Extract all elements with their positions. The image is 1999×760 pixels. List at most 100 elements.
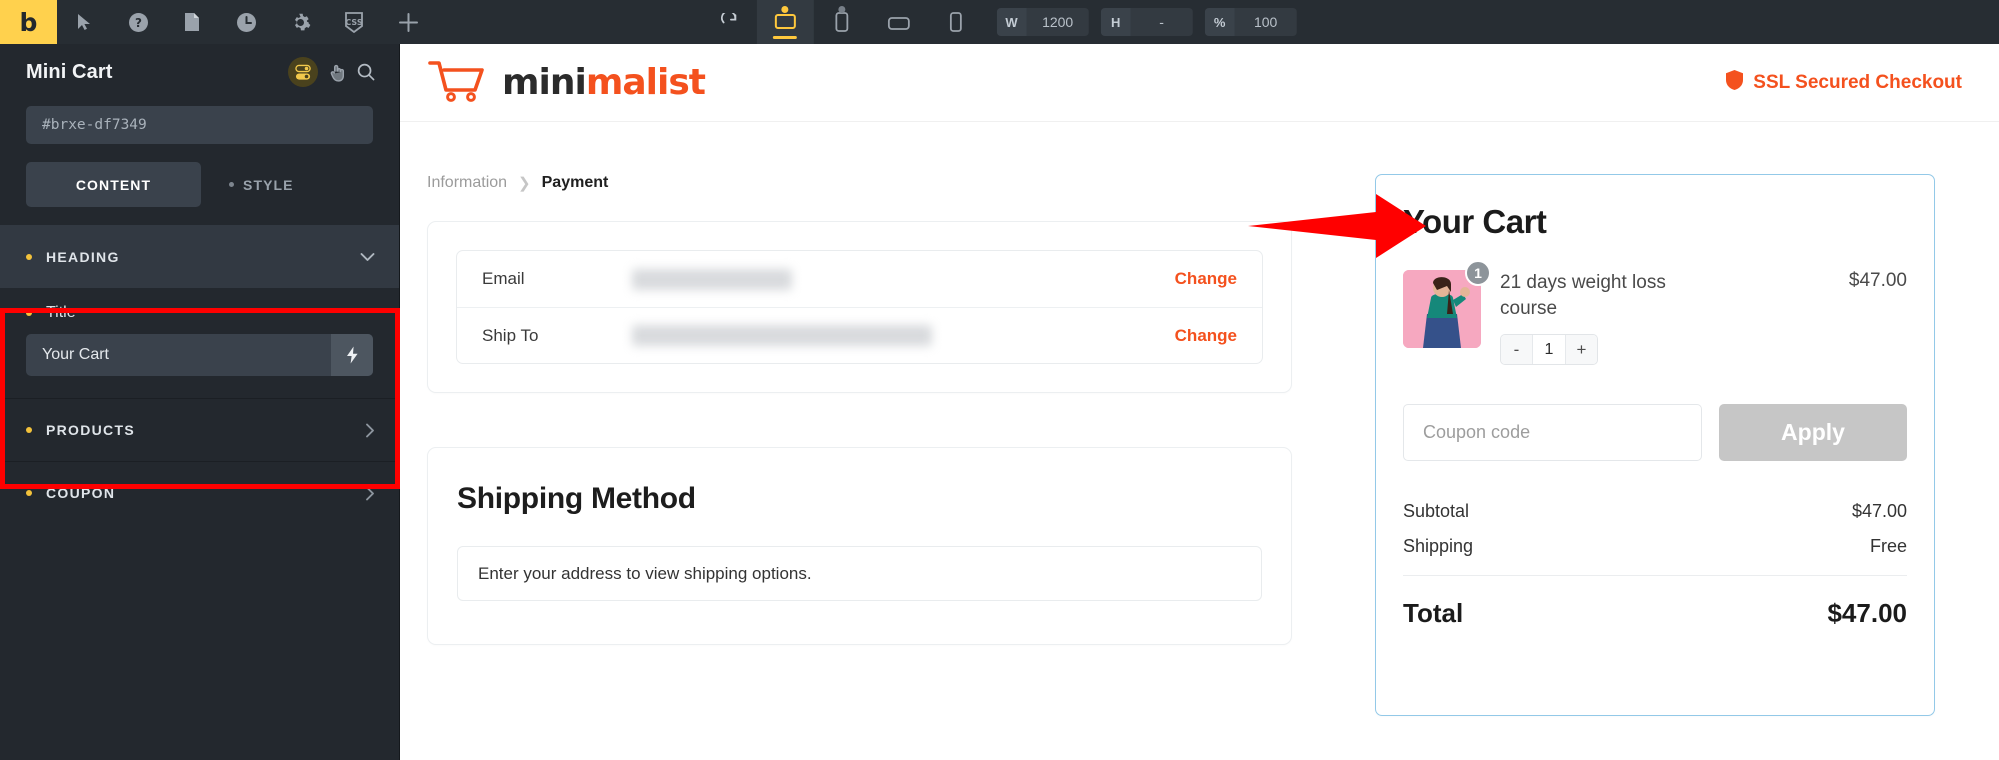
site-logo[interactable]: minimalist bbox=[427, 58, 706, 107]
height-input[interactable]: - bbox=[1130, 8, 1193, 36]
device-mobile-button[interactable] bbox=[927, 0, 984, 44]
cart-item-name: 21 days weight loss course bbox=[1500, 272, 1666, 319]
editor-toolbar: b ? CSS W 1200 H - % 100 bbox=[0, 0, 1999, 44]
breadcrumb-information[interactable]: Information bbox=[427, 174, 507, 192]
section-indicator-dot bbox=[26, 427, 32, 433]
cursor-icon[interactable] bbox=[57, 0, 111, 44]
panel-tabs: CONTENT STYLE bbox=[26, 162, 373, 207]
height-label: H bbox=[1100, 8, 1131, 36]
canvas-height-control[interactable]: H - bbox=[1100, 8, 1193, 36]
total-value: $47.00 bbox=[1827, 598, 1907, 629]
shipping-method-title: Shipping Method bbox=[457, 482, 696, 515]
section-products-label: PRODUCTS bbox=[46, 422, 135, 438]
tab-style[interactable]: STYLE bbox=[201, 162, 322, 207]
coupon-input[interactable] bbox=[1403, 404, 1702, 462]
bricks-logo-button[interactable]: b bbox=[0, 0, 57, 44]
element-settings-panel: Mini Cart #brxe-df7349 CONTENT STYLE HEA… bbox=[0, 44, 400, 760]
device-desktop-button[interactable] bbox=[756, 0, 814, 44]
shipping-method-card: Shipping Method Enter your address to vi… bbox=[427, 447, 1292, 645]
section-coupon-label: COUPON bbox=[46, 485, 116, 501]
section-indicator-dot bbox=[26, 490, 32, 496]
width-label: W bbox=[996, 8, 1027, 36]
breadcrumb: Information ❯ Payment bbox=[427, 174, 1292, 192]
section-coupon[interactable]: COUPON bbox=[0, 461, 399, 524]
change-ship-to-link[interactable]: Change bbox=[1175, 326, 1237, 346]
ssl-badge: SSL Secured Checkout bbox=[1725, 69, 1962, 97]
change-email-link[interactable]: Change bbox=[1175, 269, 1237, 289]
page-icon[interactable] bbox=[165, 0, 219, 44]
search-icon[interactable] bbox=[357, 63, 375, 81]
add-icon[interactable] bbox=[381, 0, 435, 44]
svg-text:?: ? bbox=[135, 16, 142, 30]
redacted-bar bbox=[632, 268, 792, 290]
field-indicator-dot bbox=[26, 310, 32, 316]
info-row-email: Email Change bbox=[457, 251, 1262, 307]
chevron-right-icon bbox=[365, 423, 375, 438]
hand-pointer-icon[interactable] bbox=[330, 63, 345, 82]
totals-row-subtotal: Subtotal $47.00 bbox=[1403, 501, 1907, 522]
css-icon[interactable]: CSS bbox=[327, 0, 381, 44]
tab-style-dot bbox=[229, 182, 234, 187]
quantity-decrease-button[interactable]: - bbox=[1501, 335, 1532, 365]
checkout-main-column: Information ❯ Payment Email Change Ship … bbox=[427, 174, 1292, 716]
info-value-email-redacted bbox=[632, 268, 1175, 290]
zoom-input[interactable]: 100 bbox=[1234, 8, 1297, 36]
cart-title: Your Cart bbox=[1403, 203, 1547, 240]
cart-totals: Subtotal $47.00 Shipping Free Total $47.… bbox=[1403, 501, 1907, 629]
coupon-row: Apply bbox=[1403, 404, 1907, 462]
shipping-method-note: Enter your address to view shipping opti… bbox=[457, 546, 1262, 601]
settings-icon[interactable] bbox=[273, 0, 327, 44]
info-key-email: Email bbox=[482, 269, 525, 288]
device-tablet-landscape-button[interactable] bbox=[870, 0, 927, 44]
panel-header-actions bbox=[288, 57, 375, 87]
section-heading[interactable]: HEADING bbox=[0, 225, 399, 288]
tab-content[interactable]: CONTENT bbox=[26, 162, 201, 207]
info-row-ship-to: Ship To Change bbox=[457, 307, 1262, 363]
customer-info-card: Email Change Ship To Change bbox=[427, 221, 1292, 393]
help-icon[interactable]: ? bbox=[111, 0, 165, 44]
quantity-increase-button[interactable]: + bbox=[1566, 335, 1597, 365]
reload-icon[interactable] bbox=[702, 0, 756, 44]
totals-divider bbox=[1403, 575, 1907, 577]
device-controls: W 1200 H - % 100 bbox=[702, 0, 1297, 44]
site-header: minimalist SSL Secured Checkout bbox=[400, 44, 1999, 122]
section-heading-label: HEADING bbox=[46, 249, 120, 265]
panel-title: Mini Cart bbox=[26, 60, 113, 83]
heading-section-body: Title bbox=[0, 288, 399, 398]
apply-coupon-button[interactable]: Apply bbox=[1719, 404, 1907, 462]
device-active-dot bbox=[781, 6, 789, 13]
title-input[interactable] bbox=[26, 346, 331, 364]
redacted-bar bbox=[632, 325, 932, 346]
info-key-ship-to: Ship To bbox=[482, 325, 539, 345]
totals-row-grand-total: Total $47.00 bbox=[1403, 598, 1907, 629]
section-indicator-dot bbox=[26, 254, 32, 260]
quantity-stepper[interactable]: - 1 + bbox=[1500, 334, 1598, 366]
title-field-label: Title bbox=[46, 304, 76, 321]
canvas-zoom-control[interactable]: % 100 bbox=[1204, 8, 1297, 36]
cart-item-quantity-badge: 1 bbox=[1465, 260, 1491, 286]
panel-header: Mini Cart bbox=[0, 44, 399, 100]
section-products[interactable]: PRODUCTS bbox=[0, 398, 399, 461]
info-value-ship-to-redacted bbox=[632, 325, 1175, 347]
shield-icon bbox=[1725, 69, 1744, 97]
breadcrumb-payment: Payment bbox=[541, 174, 609, 191]
tab-style-label: STYLE bbox=[243, 176, 294, 193]
zoom-label: % bbox=[1204, 8, 1235, 36]
quantity-value[interactable]: 1 bbox=[1532, 335, 1566, 365]
logo-text-part1: mini bbox=[502, 62, 587, 103]
width-input[interactable]: 1200 bbox=[1026, 8, 1089, 36]
subtotal-value: $47.00 bbox=[1851, 501, 1907, 522]
canvas-width-control[interactable]: W 1200 bbox=[996, 8, 1089, 36]
lightning-bolt-icon[interactable] bbox=[331, 334, 373, 376]
shopping-cart-icon bbox=[427, 58, 489, 107]
panel-sections: HEADING Title PRODUCTS bbox=[0, 225, 399, 524]
total-label: Total bbox=[1403, 598, 1464, 629]
title-input-wrapper bbox=[26, 334, 373, 376]
cart-line-item: 1 21 days weight loss course - 1 + $47.0… bbox=[1403, 260, 1907, 366]
history-icon[interactable] bbox=[219, 0, 273, 44]
element-id-field[interactable]: #brxe-df7349 bbox=[26, 106, 373, 144]
site-logo-text: minimalist bbox=[502, 62, 706, 103]
mini-cart-widget[interactable]: Your Cart 1 21 days weight loss course -… bbox=[1375, 174, 1935, 716]
toggle-icon[interactable] bbox=[288, 57, 318, 87]
device-tablet-button[interactable] bbox=[813, 0, 870, 44]
